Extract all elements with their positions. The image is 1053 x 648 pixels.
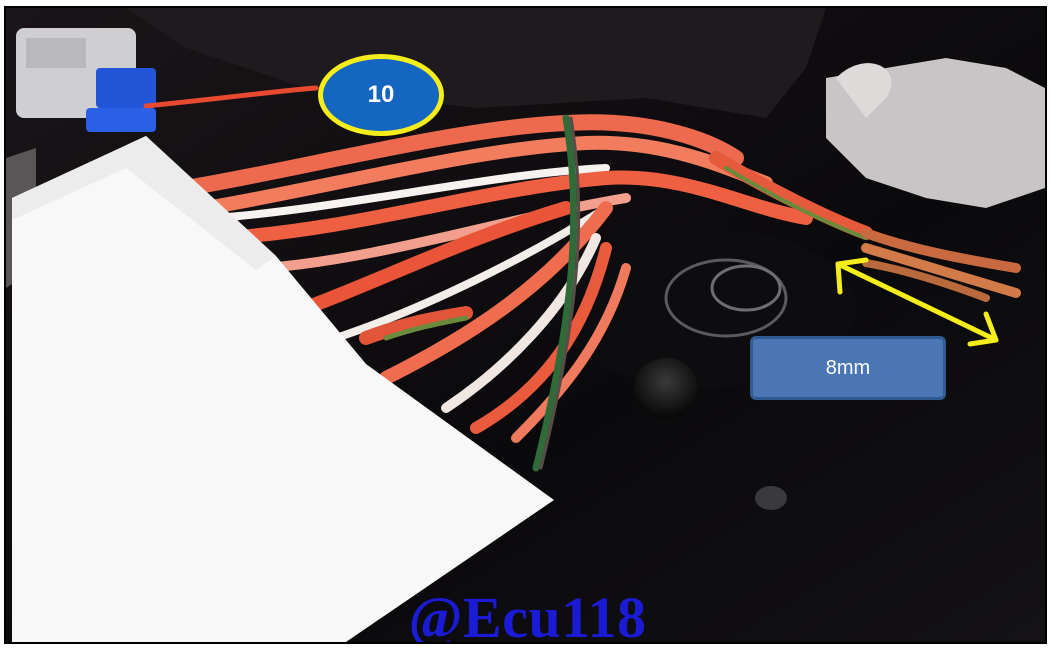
step-number-badge: 10 [318,54,444,136]
watermark-text: @Ecu118 [408,585,647,644]
measurement-label: 8mm [750,336,946,400]
photo-frame: 10 8mm @Ecu118 [4,6,1047,644]
